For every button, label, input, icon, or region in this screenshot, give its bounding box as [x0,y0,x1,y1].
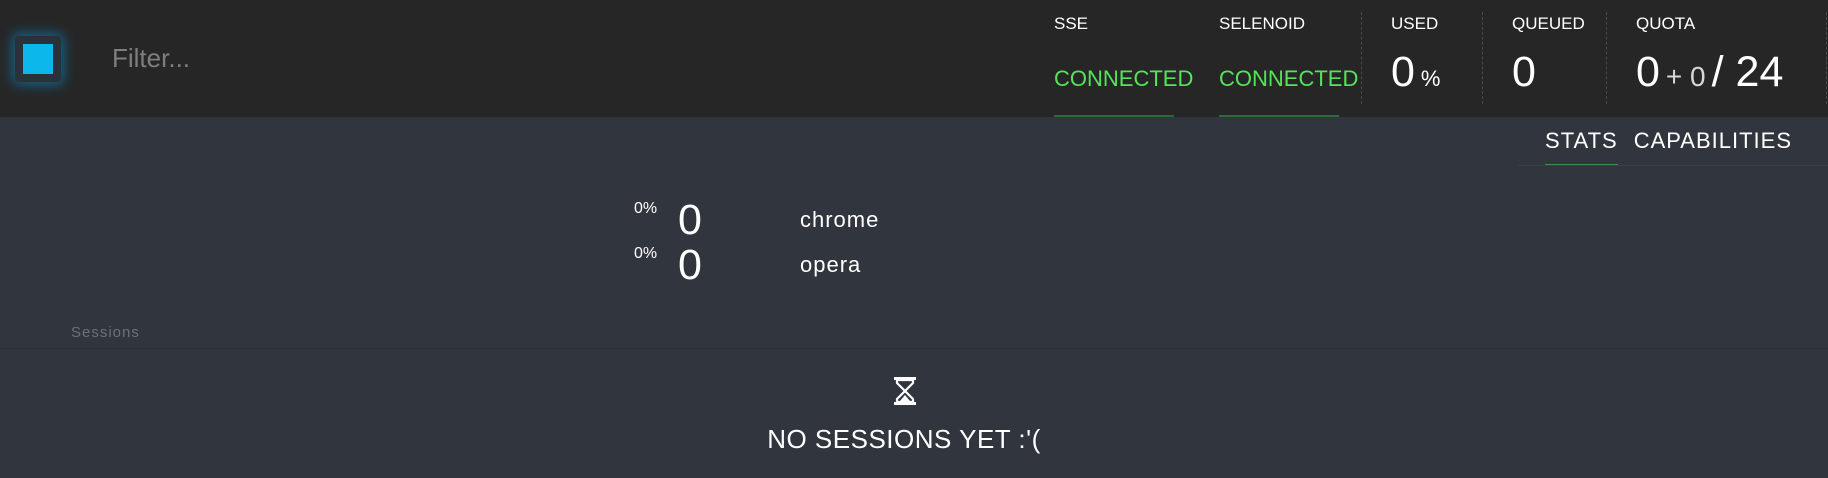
selenoid-label: SELENOID [1219,14,1305,33]
quota-separator: / [1711,48,1724,96]
quota-extra: + 0 [1665,61,1706,92]
divider [1482,12,1483,104]
top-bar: SSE CONNECTED SELENOID CONNECTED USED 0%… [0,0,1828,117]
used-number: 0 [1391,48,1415,96]
filter-input[interactable] [112,34,672,82]
quota-total: 24 [1735,48,1784,96]
tabs-underline [1518,165,1828,166]
quota-label: QUOTA [1636,14,1696,33]
selenoid-status-underline [1219,115,1339,117]
divider [1606,12,1607,104]
no-sessions-message: NO SESSIONS YET :'( [767,424,1041,454]
used-label: USED [1391,14,1439,33]
browser-name[interactable]: opera [800,252,861,278]
hourglass-icon [894,377,916,405]
selenoid-connected-status: CONNECTED [1219,66,1359,91]
quota-used: 0 [1636,48,1660,96]
browser-count: 0 [678,241,702,289]
used-stat: USED 0% [1391,0,1491,117]
sessions-divider [0,348,1828,349]
tab-stats[interactable]: STATS [1545,128,1618,166]
quota-stat: QUOTA 0 + 0/ 24 [1636,0,1826,117]
view-tabs: STATS CAPABILITIES [1545,128,1792,166]
queued-value: 0 [1512,48,1536,96]
browser-name[interactable]: chrome [800,207,879,233]
used-unit: % [1420,66,1441,91]
tab-capabilities[interactable]: CAPABILITIES [1634,128,1792,166]
browser-percent: 0% [634,245,658,262]
queued-label: QUEUED [1512,14,1585,33]
divider [1361,12,1362,104]
sse-status: SSE CONNECTED [1054,0,1214,117]
logo-square [23,44,53,74]
sse-connected-status: CONNECTED [1054,66,1194,91]
sessions-label: Sessions [71,324,140,341]
quota-value: 0 + 0/ 24 [1636,48,1783,97]
sse-status-underline [1054,115,1174,117]
used-value: 0% [1391,48,1440,97]
sse-label: SSE [1054,14,1089,33]
browser-percent: 0% [634,200,658,217]
divider [1826,12,1827,104]
browser-count: 0 [678,196,702,244]
selenoid-status: SELENOID CONNECTED [1219,0,1359,117]
selenoid-logo-icon[interactable] [15,36,61,82]
queued-stat: QUEUED 0 [1512,0,1612,117]
